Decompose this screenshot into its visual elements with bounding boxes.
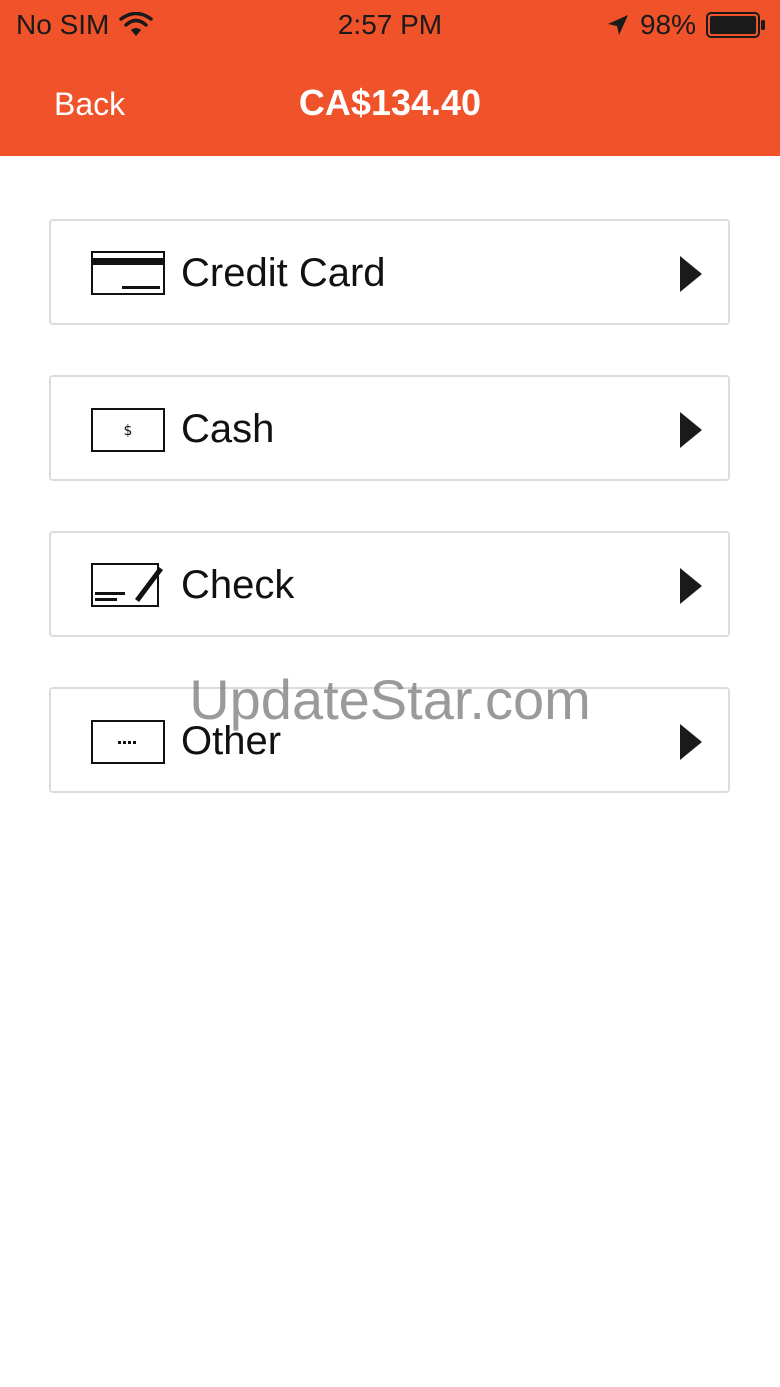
payment-method-label: Cash (181, 407, 275, 451)
payment-method-label: Other (181, 719, 282, 763)
payment-method-other[interactable]: Other (49, 687, 730, 793)
check-icon (91, 563, 163, 607)
payment-method-label: Check (181, 563, 295, 607)
location-arrow-icon (607, 15, 628, 35)
cash-icon: $ (91, 408, 165, 452)
status-right-group: 98% (606, 9, 766, 41)
payment-method-label: Credit Card (181, 251, 386, 295)
credit-card-icon (91, 251, 165, 295)
other-icon (91, 720, 165, 764)
header-bar: No SIM 2:57 PM 98% Back CA$134.40 (0, 0, 780, 156)
payment-method-screen: No SIM 2:57 PM 98% Back CA$134.40 Credit… (0, 0, 780, 1387)
battery-icon (706, 12, 765, 38)
payment-method-credit-card[interactable]: Credit Card (49, 219, 730, 325)
nav-title-amount: CA$134.40 (298, 82, 482, 123)
payment-method-check[interactable]: Check (49, 531, 730, 637)
payment-method-list: Credit Card $ Cash Check Other (49, 219, 732, 843)
navigation-bar: Back CA$134.40 (0, 50, 780, 156)
battery-percent: 98% (639, 9, 696, 40)
chevron-right-icon (680, 568, 702, 604)
svg-text:$: $ (124, 423, 133, 439)
chevron-right-icon (680, 256, 702, 292)
chevron-right-icon (680, 412, 702, 448)
chevron-right-icon (680, 724, 702, 760)
status-bar: No SIM 2:57 PM 98% (0, 0, 780, 50)
payment-method-cash[interactable]: $ Cash (49, 375, 730, 481)
